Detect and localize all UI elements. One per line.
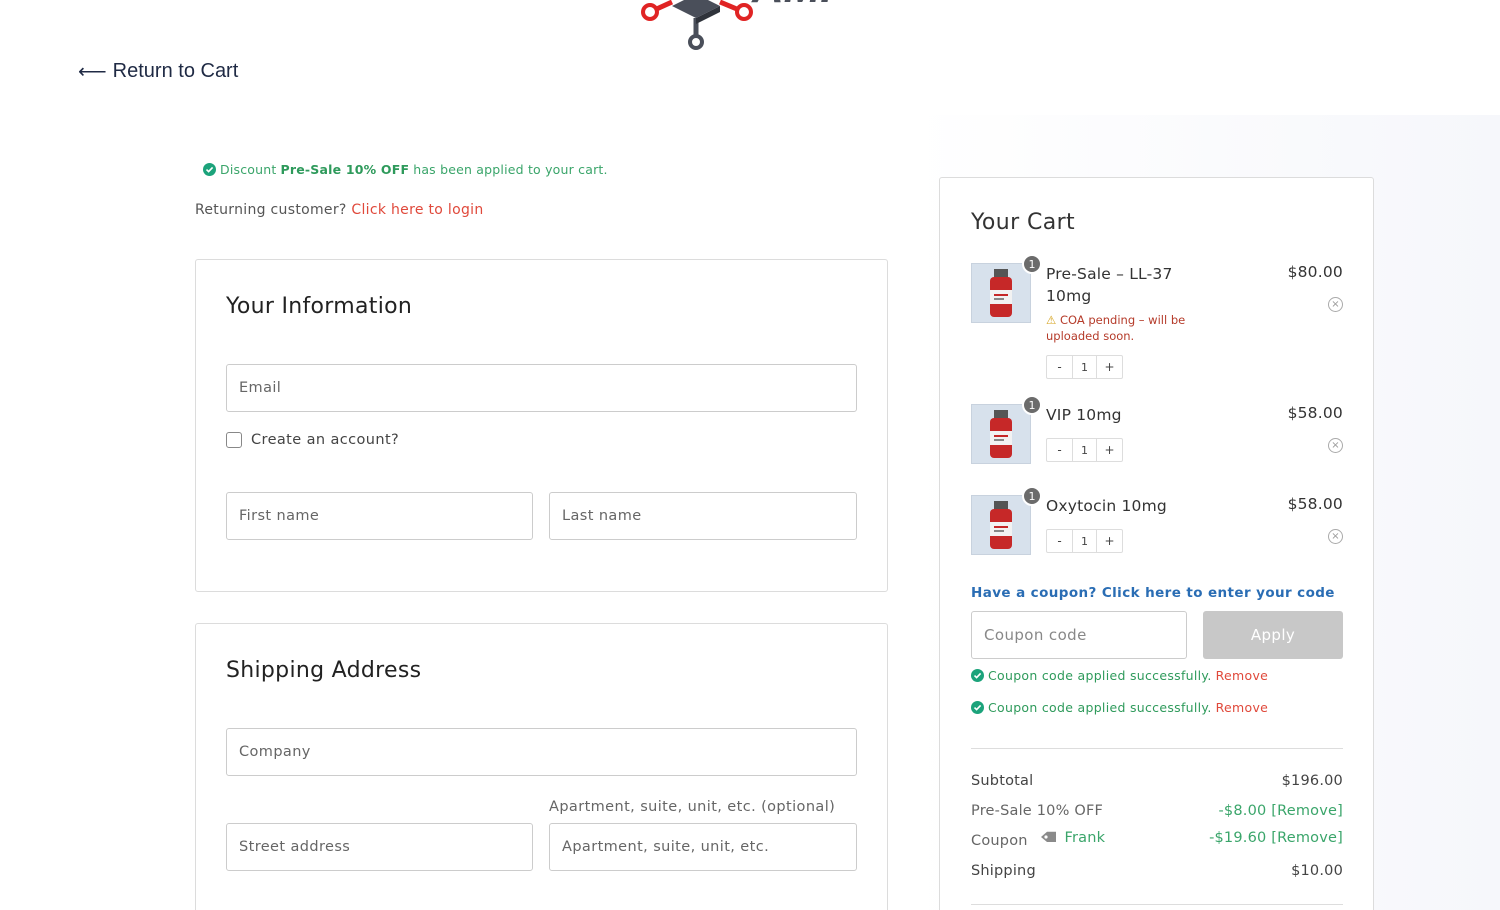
first-name-field[interactable]: First name [226, 492, 533, 540]
create-account-label: Create an account? [251, 432, 400, 448]
login-link[interactable]: Click here to login [351, 202, 483, 218]
company-field[interactable]: Company [226, 728, 857, 776]
your-information-title: Your Information [226, 294, 413, 319]
quantity-badge: 1 [1022, 254, 1042, 274]
quantity-value[interactable]: 1 [1072, 530, 1097, 552]
item-price: $80.00 [1287, 263, 1343, 281]
your-cart-panel: Your Cart 1 Pre-Sale – LL-37 10mg $80.00… [939, 177, 1374, 910]
quantity-badge: 1 [1022, 395, 1042, 415]
warning-icon: ⚠ [1046, 313, 1057, 327]
coupon-toggle-link[interactable]: Have a coupon? Click here to enter your … [971, 585, 1335, 601]
coa-warning-text: COA pending – will be uploaded soon. [1046, 313, 1186, 343]
increase-button[interactable]: + [1097, 439, 1122, 461]
increase-button[interactable]: + [1097, 530, 1122, 552]
apartment-field[interactable]: Apartment, suite, unit, etc. [549, 823, 857, 871]
returning-customer-text: Returning customer? [195, 202, 352, 218]
street-address-field[interactable]: Street address [226, 823, 533, 871]
return-to-cart-link[interactable]: ⟵ Return to Cart [78, 59, 238, 84]
subtotal-value: $196.00 [1281, 773, 1343, 789]
item-name: VIP 10mg [1046, 406, 1122, 424]
coupon-discount-value[interactable]: -$19.60 [Remove] [1209, 830, 1343, 849]
item-name: Pre-Sale – LL-37 10mg [1046, 263, 1173, 307]
coa-warning: ⚠ COA pending – will be uploaded soon. [1046, 312, 1196, 344]
shipping-label: Shipping [971, 863, 1036, 879]
apply-coupon-button[interactable]: Apply [1203, 611, 1343, 659]
return-to-cart-label: Return to Cart [112, 60, 239, 82]
coupon-remove-link[interactable]: Remove [1216, 668, 1269, 683]
presale-discount-row: Pre-Sale 10% OFF -$8.00 [Remove] [971, 803, 1343, 819]
product-thumbnail [971, 404, 1031, 464]
quantity-stepper[interactable]: - 1 + [1046, 355, 1123, 379]
logo-wordmark: AMI [751, 0, 833, 12]
summary-divider [971, 748, 1343, 749]
coupon-success-text: Coupon code applied successfully. [988, 668, 1212, 683]
remove-item-icon[interactable]: × [1328, 297, 1343, 312]
coupon-name: Frank [1064, 830, 1106, 846]
subtotal-label: Subtotal [971, 773, 1034, 789]
email-field[interactable]: Email [226, 364, 857, 412]
cart-item: 1 VIP 10mg $58.00 × - 1 + [971, 395, 1343, 474]
discount-notice-prefix: Discount [220, 162, 277, 177]
coupon-success-message: Coupon code applied successfully. Remove [971, 668, 1268, 683]
check-circle-icon [203, 163, 216, 176]
coupon-tag: Frank [1040, 830, 1105, 846]
site-logo[interactable]: AMI [640, 0, 910, 52]
quantity-badge: 1 [1022, 486, 1042, 506]
apartment-label: Apartment, suite, unit, etc. (optional) [549, 799, 836, 815]
check-circle-icon [971, 669, 984, 682]
discount-notice-suffix: has been applied to your cart. [413, 162, 608, 177]
coupon-code-input[interactable]: Coupon code [971, 611, 1187, 659]
quantity-stepper[interactable]: - 1 + [1046, 529, 1123, 553]
decrease-button[interactable]: - [1047, 356, 1072, 378]
shipping-row: Shipping $10.00 [971, 863, 1343, 879]
cart-item: 1 Oxytocin 10mg $58.00 × - 1 + [971, 486, 1343, 565]
coupon-success-message: Coupon code applied successfully. Remove [971, 700, 1268, 715]
last-name-field[interactable]: Last name [549, 492, 857, 540]
shipping-address-title: Shipping Address [226, 658, 422, 683]
quantity-stepper[interactable]: - 1 + [1046, 438, 1123, 462]
presale-discount-value[interactable]: -$8.00 [Remove] [1218, 803, 1343, 819]
summary-divider [971, 904, 1343, 905]
coupon-success-text: Coupon code applied successfully. [988, 700, 1212, 715]
your-cart-title: Your Cart [971, 210, 1076, 235]
returning-customer: Returning customer? Click here to login [195, 202, 484, 218]
discount-name: Pre-Sale 10% OFF [280, 162, 410, 177]
remove-item-icon[interactable]: × [1328, 529, 1343, 544]
decrease-button[interactable]: - [1047, 439, 1072, 461]
product-thumbnail [971, 263, 1031, 323]
product-thumbnail [971, 495, 1031, 555]
increase-button[interactable]: + [1097, 356, 1122, 378]
cart-item: 1 Pre-Sale – LL-37 10mg $80.00 × ⚠ COA p… [971, 254, 1343, 383]
remove-item-icon[interactable]: × [1328, 438, 1343, 453]
item-name: Oxytocin 10mg [1046, 497, 1167, 515]
item-price: $58.00 [1287, 495, 1343, 513]
check-circle-icon [971, 701, 984, 714]
item-name-line2: 10mg [1046, 287, 1092, 305]
item-name-line1: Pre-Sale – LL-37 [1046, 265, 1173, 283]
discount-notice: Discount Pre-Sale 10% OFF has been appli… [203, 162, 608, 177]
coupon-discount-label-group: Coupon Frank [971, 830, 1105, 849]
presale-discount-label: Pre-Sale 10% OFF [971, 803, 1104, 819]
subtotal-row: Subtotal $196.00 [971, 773, 1343, 789]
coupon-remove-link[interactable]: Remove [1216, 700, 1269, 715]
coupon-discount-label: Coupon [971, 833, 1028, 849]
create-account-row[interactable]: Create an account? [226, 432, 399, 448]
quantity-value[interactable]: 1 [1072, 439, 1097, 461]
shipping-address-card: Shipping Address Company Apartment, suit… [195, 623, 888, 910]
item-price: $58.00 [1287, 404, 1343, 422]
coupon-discount-row: Coupon Frank -$19.60 [Remove] [971, 830, 1343, 849]
create-account-checkbox[interactable] [226, 432, 242, 448]
your-information-card: Your Information Email Create an account… [195, 259, 888, 592]
quantity-value[interactable]: 1 [1072, 356, 1097, 378]
tag-icon [1041, 831, 1057, 842]
back-arrow-icon: ⟵ [78, 61, 107, 83]
decrease-button[interactable]: - [1047, 530, 1072, 552]
shipping-value: $10.00 [1291, 863, 1343, 879]
